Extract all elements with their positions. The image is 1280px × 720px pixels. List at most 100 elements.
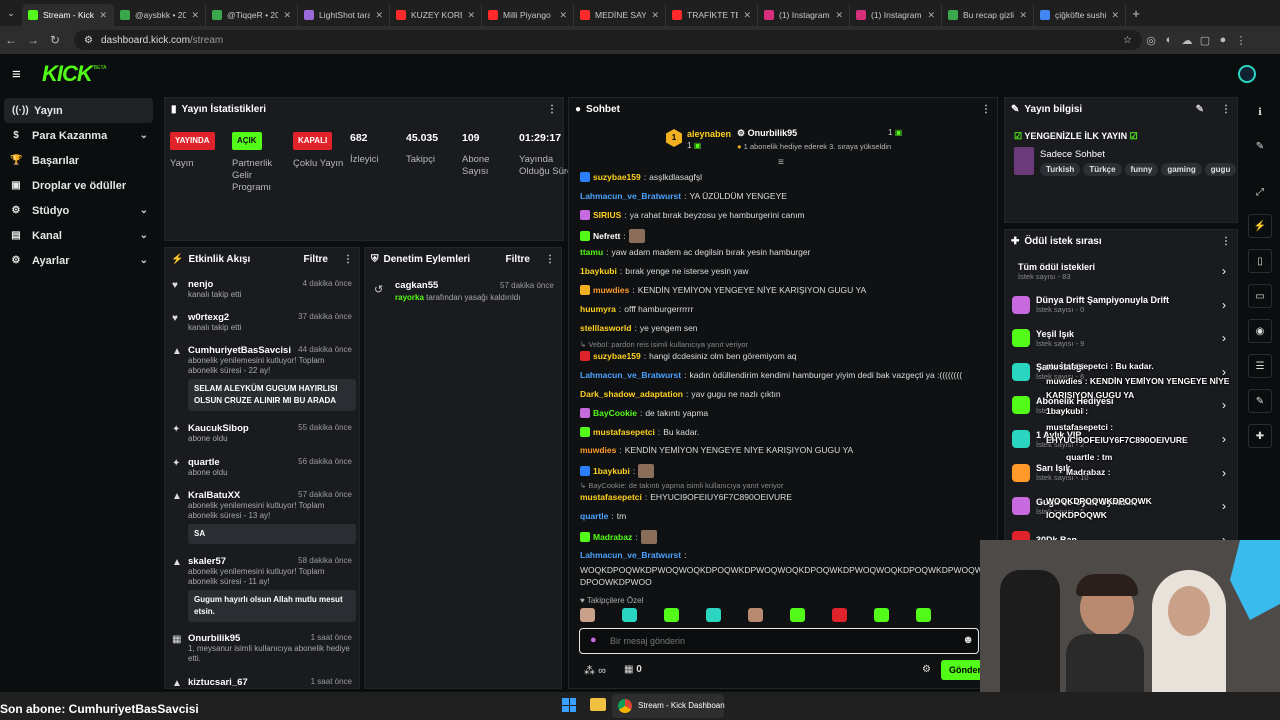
more-options-icon[interactable]: ⋮: [1221, 236, 1231, 247]
emote-icon[interactable]: [790, 608, 805, 622]
emote-icon[interactable]: [748, 608, 763, 622]
chat-user-name[interactable]: ttamu: [580, 247, 603, 257]
stream-tag[interactable]: Turkish: [1040, 163, 1081, 176]
emote-icon[interactable]: [874, 608, 889, 622]
url-field[interactable]: ⚙ dashboard.kick.com/stream ☆: [74, 30, 1142, 50]
tab-search-icon[interactable]: ⌄: [0, 8, 22, 19]
close-icon[interactable]: ✕: [835, 10, 843, 21]
browser-tab[interactable]: Milli Piyango ✕: [482, 4, 574, 26]
sidebar-item-1[interactable]: $ Para Kazanma ⌄: [0, 123, 158, 148]
filter-button[interactable]: Filtre: [506, 254, 530, 265]
chevron-right-icon[interactable]: ›: [1222, 398, 1226, 412]
info-icon[interactable]: ℹ: [1248, 100, 1272, 124]
chat-user-name[interactable]: Dark_shadow_adaptation: [580, 389, 683, 399]
more-options-icon[interactable]: ⋮: [547, 104, 557, 115]
avatar[interactable]: [1238, 65, 1256, 83]
reward-item[interactable]: Yeşil Işık İstek sayısı - 9 ›: [1012, 322, 1226, 354]
chevron-right-icon[interactable]: ›: [1222, 331, 1226, 345]
sidebar-item-6[interactable]: ⚙ Ayarlar ⌄: [0, 248, 158, 273]
chat-user-name[interactable]: suzybae159: [593, 172, 641, 182]
close-icon[interactable]: ✕: [99, 10, 107, 21]
chevron-right-icon[interactable]: ›: [1222, 432, 1226, 446]
stream-tag[interactable]: Türkçe: [1083, 163, 1122, 176]
chevron-right-icon[interactable]: ›: [1222, 264, 1226, 278]
mod-actor[interactable]: rayorka: [395, 293, 424, 302]
browser-tab[interactable]: çiğköfte sushi ✕: [1034, 4, 1126, 26]
close-icon[interactable]: ✕: [651, 10, 659, 21]
close-icon[interactable]: ✕: [927, 10, 935, 21]
profile-icon[interactable]: ●: [1214, 34, 1232, 46]
chat-user-name[interactable]: 1baykubi: [593, 466, 630, 476]
more-options-icon[interactable]: ⋮: [545, 254, 555, 265]
gifter-name[interactable]: Onurbilik95: [748, 128, 798, 138]
mod-user-name[interactable]: cagkan55: [395, 280, 438, 291]
chevron-down-icon[interactable]: ⌄: [140, 230, 148, 241]
microphone-icon[interactable]: ●: [590, 634, 597, 646]
wrench-icon[interactable]: ✎: [1248, 389, 1272, 413]
hamburger-menu-icon[interactable]: ≡: [12, 66, 32, 83]
stream-tag[interactable]: gaming: [1161, 163, 1202, 176]
browser-tab[interactable]: (1) Instagram ✕: [850, 4, 942, 26]
chat-user-name[interactable]: BayCookie: [593, 408, 637, 418]
browser-menu-icon[interactable]: ⋮: [1232, 34, 1250, 47]
chat-user-name[interactable]: 1baykubi: [580, 266, 617, 276]
reward-item[interactable]: Tüm ödül istekleri İstek sayısı - 83 ›: [1012, 255, 1226, 287]
edit-icon[interactable]: ✎: [1196, 104, 1204, 115]
emote-icon[interactable]: [706, 608, 721, 622]
chevron-right-icon[interactable]: ›: [1222, 466, 1226, 480]
more-options-icon[interactable]: ⋮: [1221, 104, 1231, 115]
forward-icon[interactable]: →: [22, 33, 44, 47]
reward-item[interactable]: Sarı Işık İstek sayısı - 10 ›: [1012, 457, 1226, 489]
chat-icon[interactable]: ▭: [1248, 284, 1272, 308]
chat-user-name[interactable]: quartle: [580, 511, 608, 521]
extension-icon[interactable]: ◎: [1142, 34, 1160, 47]
chevron-down-icon[interactable]: ⌄: [140, 205, 148, 216]
stream-tag[interactable]: funny: [1124, 163, 1159, 176]
close-icon[interactable]: ✕: [1111, 10, 1119, 21]
close-icon[interactable]: ✕: [559, 10, 567, 21]
chevron-down-icon[interactable]: ⌄: [140, 255, 148, 266]
phone-icon[interactable]: ▯: [1248, 249, 1272, 273]
reward-item[interactable]: Dünya Drift Şampiyonuyla Drift İstek sayı…: [1012, 289, 1226, 321]
connect-icon[interactable]: ✚: [1248, 424, 1272, 448]
top-gifter-name[interactable]: aleynaben: [687, 129, 731, 139]
emote-icon[interactable]: [664, 608, 679, 622]
chat-user-name[interactable]: stelllasworld: [580, 323, 632, 333]
chat-user-name[interactable]: huumyra: [580, 304, 616, 314]
emote-icon[interactable]: [580, 608, 595, 622]
chevron-down-icon[interactable]: ⌄: [140, 130, 148, 141]
reload-icon[interactable]: ↻: [44, 33, 66, 47]
sidebar-item-2[interactable]: 🏆 Başarılar: [0, 148, 158, 173]
more-options-icon[interactable]: ⋮: [981, 104, 991, 115]
chat-settings-icon[interactable]: ⚙: [922, 664, 931, 675]
send-button[interactable]: Gönder: [941, 660, 985, 680]
browser-tab[interactable]: Stream - Kick Da ✕: [22, 4, 114, 26]
chat-user-name[interactable]: muwdies: [580, 445, 616, 455]
sidebar-item-0[interactable]: ((·)) Yayın: [4, 98, 153, 123]
browser-tab[interactable]: Bu recap gizli ✕: [942, 4, 1034, 26]
back-icon[interactable]: ←: [0, 33, 22, 47]
file-explorer-icon[interactable]: [590, 698, 606, 711]
extension-icon[interactable]: ◐: [1160, 34, 1178, 46]
chevron-right-icon[interactable]: ›: [1222, 499, 1226, 513]
emote-icon[interactable]: [916, 608, 931, 622]
emote-icon[interactable]: [622, 608, 637, 622]
browser-tab[interactable]: TRAFİKTE TEH ✕: [666, 4, 758, 26]
extensions-icon[interactable]: ▢: [1196, 34, 1214, 47]
close-icon[interactable]: ✕: [743, 10, 751, 21]
chat-user-name[interactable]: Lahmacun_ve_Bratwurst: [580, 191, 681, 201]
expand-icon[interactable]: ⤢: [1248, 180, 1272, 204]
pencil-icon[interactable]: ✎: [1248, 134, 1272, 158]
kick-logo[interactable]: KICK: [42, 61, 93, 87]
reward-item[interactable]: Gugu ile Oyun Oynatur İstek sayısı - 5 ›: [1012, 490, 1226, 522]
chat-user-name[interactable]: muwdies: [593, 285, 629, 295]
extension-icon[interactable]: ☁: [1178, 34, 1196, 47]
lightning-icon[interactable]: ⚡: [1248, 214, 1272, 238]
broadcast-icon[interactable]: ◉: [1248, 319, 1272, 343]
chat-user-name[interactable]: Lahmacun_ve_Bratwurst: [580, 549, 681, 561]
sidebar-item-5[interactable]: ▤ Kanal ⌄: [0, 223, 158, 248]
close-icon[interactable]: ✕: [283, 10, 291, 21]
close-icon[interactable]: ✕: [191, 10, 199, 21]
category-name[interactable]: Sadece Sohbet: [1040, 149, 1105, 160]
points-icon[interactable]: ⁂: [584, 665, 595, 677]
